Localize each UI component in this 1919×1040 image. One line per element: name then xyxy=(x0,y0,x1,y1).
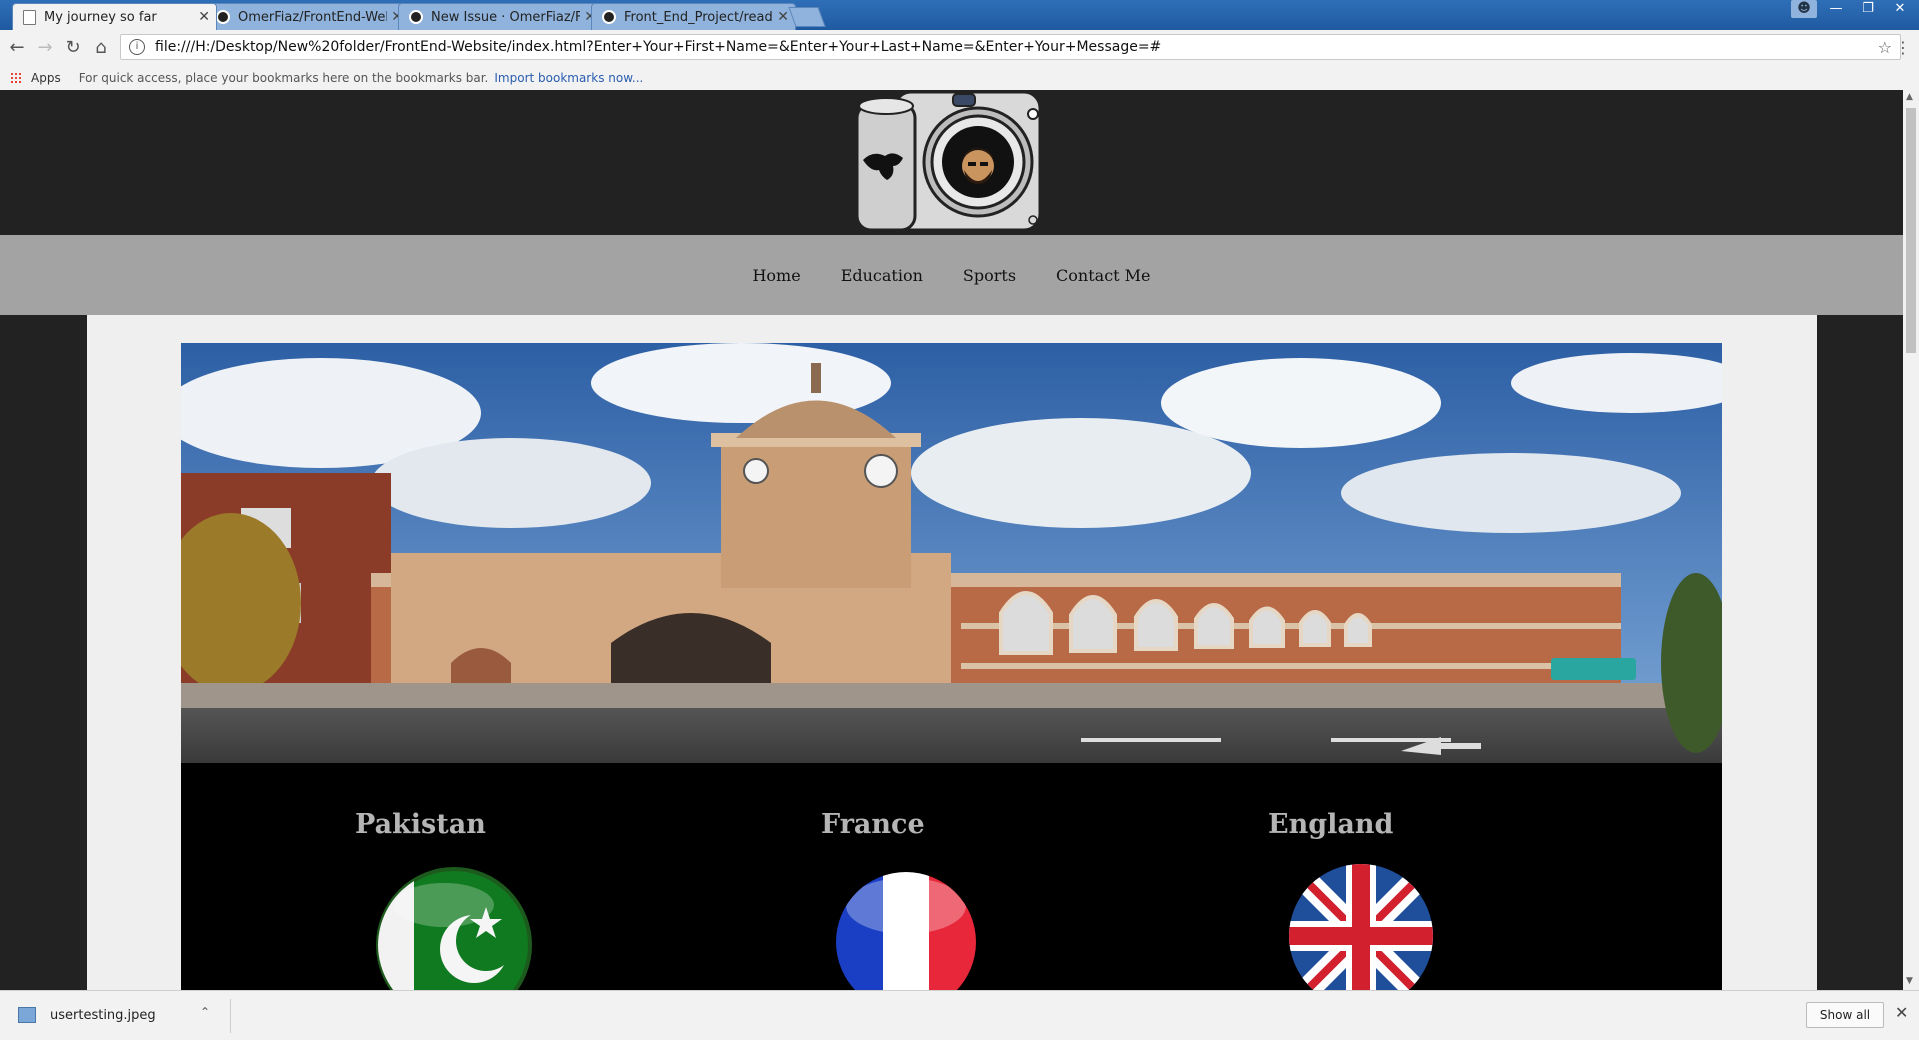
restore-icon[interactable]: ❐ xyxy=(1855,0,1881,18)
github-icon xyxy=(216,10,230,24)
nav-contact-me[interactable]: Contact Me xyxy=(1056,266,1150,285)
scrollbar-thumb[interactable] xyxy=(1906,108,1916,353)
url-text[interactable]: file:///H:/Desktop/New%20folder/FrontEnd… xyxy=(155,39,1878,55)
tab-frontend-web[interactable]: OmerFiaz/FrontEnd-Web ✕ xyxy=(205,3,410,30)
close-window-icon[interactable]: ✕ xyxy=(1887,0,1913,18)
back-icon[interactable]: ← xyxy=(6,37,28,58)
window-controls: ☻ — ❐ ✕ xyxy=(1791,0,1913,18)
tab-my-journey[interactable]: My journey so far ✕ xyxy=(12,3,217,30)
uk-flag-icon[interactable] xyxy=(1288,863,1434,990)
scroll-up-icon[interactable]: ▲ xyxy=(1906,92,1913,102)
camera-logo[interactable] xyxy=(855,90,1045,233)
site-nav: Home Education Sports Contact Me xyxy=(0,235,1903,315)
minimize-icon[interactable]: — xyxy=(1823,0,1849,18)
forward-icon[interactable]: → xyxy=(34,37,56,58)
hero-station-image xyxy=(181,343,1722,763)
nav-education[interactable]: Education xyxy=(841,266,923,285)
download-filename[interactable]: usertesting.jpeg xyxy=(50,1008,156,1023)
github-icon xyxy=(409,10,423,24)
import-bookmarks-link[interactable]: Import bookmarks now... xyxy=(494,71,643,85)
github-icon xyxy=(602,10,616,24)
document-icon xyxy=(23,9,36,25)
bookmark-star-icon[interactable]: ☆ xyxy=(1878,38,1892,57)
country-label-england: England xyxy=(1268,809,1394,840)
pakistan-flag-icon[interactable] xyxy=(374,865,534,990)
tab-title: New Issue · OmerFiaz/Fr xyxy=(431,9,581,25)
page-content: Pakistan France England xyxy=(87,315,1817,990)
image-file-icon xyxy=(18,1007,36,1023)
tab-title: OmerFiaz/FrontEnd-Web xyxy=(238,9,388,25)
apps-grid-icon[interactable] xyxy=(10,71,23,85)
page-viewport: Home Education Sports Contact Me Pakista… xyxy=(0,90,1903,990)
close-icon[interactable]: ✕ xyxy=(1895,1003,1908,1022)
divider xyxy=(230,999,231,1033)
scroll-down-icon[interactable]: ▼ xyxy=(1906,976,1913,986)
apps-link[interactable]: Apps xyxy=(31,71,61,85)
show-all-button[interactable]: Show all xyxy=(1806,1002,1884,1028)
france-flag-icon[interactable] xyxy=(835,871,977,990)
countries-section: Pakistan France England xyxy=(181,763,1722,990)
browser-menu-icon[interactable]: ⋮ xyxy=(1895,38,1911,57)
page-scrollbar[interactable]: ▲ ▼ xyxy=(1903,90,1919,990)
download-shelf: usertesting.jpeg ⌃ Show all ✕ xyxy=(0,990,1919,1040)
info-icon[interactable]: i xyxy=(129,39,145,55)
reload-icon[interactable]: ↻ xyxy=(62,37,84,58)
tab-title: My journey so far xyxy=(44,9,157,25)
tab-new-issue[interactable]: New Issue · OmerFiaz/Fr ✕ xyxy=(398,3,603,30)
bookmarks-bar: Apps For quick access, place your bookma… xyxy=(0,66,1919,90)
new-tab-button[interactable] xyxy=(788,7,826,27)
close-icon[interactable]: ✕ xyxy=(777,9,789,25)
close-icon[interactable]: ✕ xyxy=(198,9,210,25)
address-bar[interactable]: i file:///H:/Desktop/New%20folder/FrontE… xyxy=(120,34,1901,60)
tab-readme[interactable]: Front_End_Project/readm ✕ xyxy=(591,3,796,30)
nav-home[interactable]: Home xyxy=(752,266,800,285)
home-icon[interactable]: ⌂ xyxy=(90,37,112,58)
site-header xyxy=(0,90,1903,235)
country-label-france: France xyxy=(821,809,925,840)
bookmarks-hint: For quick access, place your bookmarks h… xyxy=(78,71,489,85)
tab-title: Front_End_Project/readm xyxy=(624,9,774,25)
country-label-pakistan: Pakistan xyxy=(355,809,486,840)
chevron-up-icon[interactable]: ⌃ xyxy=(200,1005,210,1019)
nav-sports[interactable]: Sports xyxy=(963,266,1016,285)
user-icon[interactable]: ☻ xyxy=(1791,0,1817,18)
tab-strip: My journey so far ✕ OmerFiaz/FrontEnd-We… xyxy=(0,0,1919,30)
download-item[interactable]: usertesting.jpeg xyxy=(18,1007,156,1023)
browser-toolbar: ← → ↻ ⌂ i file:///H:/Desktop/New%20folde… xyxy=(0,30,1919,67)
